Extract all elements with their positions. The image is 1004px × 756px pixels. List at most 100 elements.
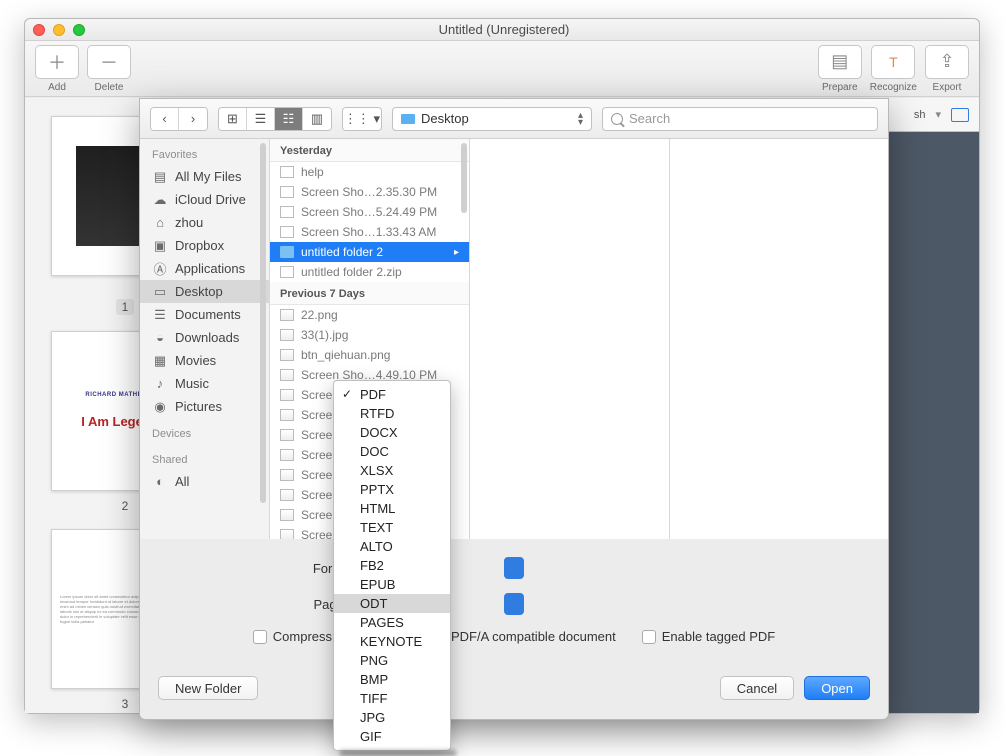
format-option-png[interactable]: PNG (334, 651, 450, 670)
format-option-alto[interactable]: ALTO (334, 537, 450, 556)
pdfa-checkbox[interactable]: PDF/A compatible document (431, 629, 616, 644)
sidebar-item-icloud[interactable]: ☁iCloud Drive (140, 188, 269, 211)
image-icon (280, 489, 294, 501)
export-button[interactable]: ⇪ (925, 45, 969, 79)
sheet-buttons: New Folder Cancel Open (140, 668, 888, 714)
file-uf2zip[interactable]: untitled folder 2.zip (270, 262, 469, 282)
image-icon (280, 329, 294, 341)
file-browser: Favorites ▤All My Files ☁iCloud Drive ⌂z… (140, 139, 888, 539)
image-icon (280, 509, 294, 521)
downloads-icon: ◒ (152, 331, 168, 345)
pages-popup-button[interactable] (504, 593, 524, 615)
format-option-rtfd[interactable]: RTFD (334, 404, 450, 423)
recognize-label: Recognize (870, 82, 917, 93)
view-list-button[interactable]: ☰ (247, 108, 275, 130)
format-label: Format (164, 561, 354, 576)
format-option-jpg[interactable]: JPG (334, 708, 450, 727)
nav-back-button[interactable]: ‹ (151, 108, 179, 130)
add-button[interactable]: ＋ (35, 45, 79, 79)
sidebar-item-applications[interactable]: ⒶApplications (140, 257, 269, 280)
pages-label: Pages: (164, 597, 354, 612)
sidebar-item-zhou[interactable]: ⌂zhou (140, 211, 269, 234)
format-option-odt[interactable]: ODT (334, 594, 450, 613)
sidebar-item-pictures[interactable]: ◉Pictures (140, 395, 269, 418)
pictures-icon: ◉ (152, 400, 168, 414)
frame-icon[interactable] (951, 108, 969, 122)
format-option-text[interactable]: TEXT (334, 518, 450, 537)
location-popup[interactable]: Desktop ▴▾ (392, 107, 592, 131)
sidebar-scrollbar[interactable] (260, 143, 266, 503)
format-option-tiff[interactable]: TIFF (334, 689, 450, 708)
file-ss1[interactable]: Screen Sho…2.35.30 PM (270, 182, 469, 202)
sidebar-item-allfiles[interactable]: ▤All My Files (140, 165, 269, 188)
desktop-icon: ▭ (152, 285, 168, 299)
thumb-num-1: 1 (116, 299, 135, 315)
dropbox-icon: ▣ (152, 239, 168, 253)
sidebar-item-documents[interactable]: ☰Documents (140, 303, 269, 326)
format-option-pages[interactable]: PAGES (334, 613, 450, 632)
arrange-menu[interactable]: ⋮⋮ ▾ (342, 107, 382, 131)
format-option-pdf[interactable]: PDF (334, 385, 450, 404)
sidebar-item-movies[interactable]: ▦Movies (140, 349, 269, 372)
image-icon (280, 389, 294, 401)
format-option-xlsx[interactable]: XLSX (334, 461, 450, 480)
sidebar-head-favorites: Favorites (140, 139, 269, 165)
recognize-button[interactable]: T (871, 45, 915, 79)
format-option-keynote[interactable]: KEYNOTE (334, 632, 450, 651)
sidebar-item-all[interactable]: ◐All (140, 470, 269, 493)
close-icon[interactable] (33, 24, 45, 36)
applications-icon: Ⓐ (152, 262, 168, 276)
sidebar-item-dropbox[interactable]: ▣Dropbox (140, 234, 269, 257)
preview-pane (670, 139, 888, 539)
cancel-button[interactable]: Cancel (720, 676, 794, 700)
folder-icon (280, 246, 294, 258)
document-icon (280, 166, 294, 178)
file-22png[interactable]: 22.png (270, 305, 469, 325)
view-icons-button[interactable]: ⊞ (219, 108, 247, 130)
file-ss2[interactable]: Screen Sho…5.24.49 PM (270, 202, 469, 222)
sidebar-item-downloads[interactable]: ◒Downloads (140, 326, 269, 349)
image-icon (280, 369, 294, 381)
delete-button[interactable]: － (87, 45, 131, 79)
column-scrollbar[interactable] (461, 143, 467, 213)
view-mode-seg: ⊞ ☰ ☷ ▥ (218, 107, 332, 131)
file-33jpg[interactable]: 33(1).jpg (270, 325, 469, 345)
open-button[interactable]: Open (804, 676, 870, 700)
search-input[interactable]: Search (602, 107, 878, 131)
file-untitled-folder-2[interactable]: untitled folder 2▸ (270, 242, 469, 262)
prepare-button[interactable]: ▤ (818, 45, 862, 79)
format-option-html[interactable]: HTML (334, 499, 450, 518)
format-popup-button[interactable] (504, 557, 524, 579)
export-label: Export (933, 82, 962, 93)
file-btn[interactable]: btn_qiehuan.png (270, 345, 469, 365)
format-option-pptx[interactable]: PPTX (334, 480, 450, 499)
format-option-bmp[interactable]: BMP (334, 670, 450, 689)
file-ss3[interactable]: Screen Sho…1.33.43 AM (270, 222, 469, 242)
main-toolbar: ＋ Add － Delete ▤ Prepare T Recognize ⇪ E… (25, 41, 979, 97)
movies-icon: ▦ (152, 354, 168, 368)
view-columns-button[interactable]: ☷ (275, 108, 303, 130)
format-option-docx[interactable]: DOCX (334, 423, 450, 442)
zoom-icon[interactable] (73, 24, 85, 36)
nav-forward-button[interactable]: › (179, 108, 207, 130)
image-icon (280, 309, 294, 321)
allfiles-icon: ▤ (152, 170, 168, 184)
format-option-fb2[interactable]: FB2 (334, 556, 450, 575)
window-controls (33, 24, 85, 36)
sidebar-item-music[interactable]: ♪Music (140, 372, 269, 395)
location-label: Desktop (421, 111, 469, 126)
format-option-epub[interactable]: EPUB (334, 575, 450, 594)
cloud-icon: ☁ (152, 193, 168, 207)
tab-sh[interactable]: sh (914, 109, 926, 121)
nav-back-forward: ‹ › (150, 107, 208, 131)
new-folder-button[interactable]: New Folder (158, 676, 258, 700)
tagged-checkbox[interactable]: Enable tagged PDF (642, 629, 775, 644)
format-option-gif[interactable]: GIF (334, 727, 450, 746)
format-option-doc[interactable]: DOC (334, 442, 450, 461)
file-help[interactable]: help (270, 162, 469, 182)
zip-icon (280, 266, 294, 278)
sidebar-item-desktop[interactable]: ▭Desktop (140, 280, 269, 303)
minimize-icon[interactable] (53, 24, 65, 36)
music-icon: ♪ (152, 377, 168, 391)
view-coverflow-button[interactable]: ▥ (303, 108, 331, 130)
